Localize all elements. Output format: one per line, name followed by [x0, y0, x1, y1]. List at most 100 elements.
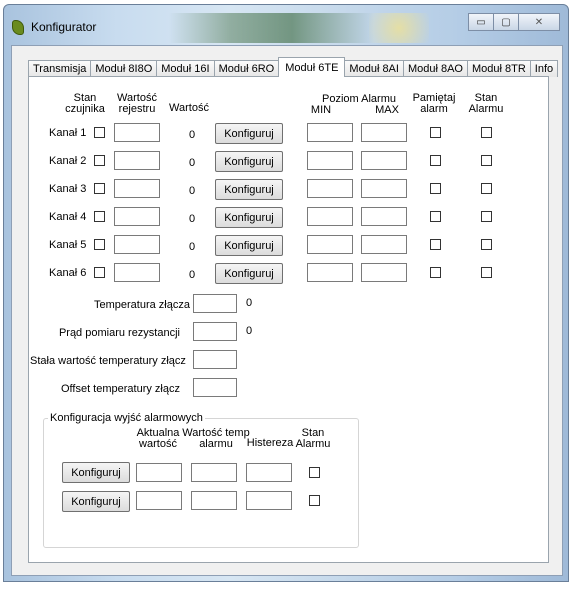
alarm-state-checkbox[interactable]	[481, 155, 492, 166]
alarm-state-checkbox[interactable]	[481, 239, 492, 250]
junction-temp-input[interactable]	[193, 294, 237, 313]
tab-transmisja[interactable]: Transmisja	[28, 60, 92, 77]
resistance-current-value: 0	[246, 325, 253, 337]
maximize-icon: ▢	[501, 16, 511, 28]
header-stan-alarmu-line2: Alarmu	[468, 103, 504, 115]
channel-label: Kanał 3	[49, 183, 87, 195]
remember-alarm-checkbox[interactable]	[430, 155, 441, 166]
alarm-outputs-title: Konfiguracja wyjść alarmowych	[48, 412, 205, 424]
alarm-max-input[interactable]	[361, 123, 407, 142]
configure-button[interactable]: Konfiguruj	[215, 151, 283, 172]
output-alarm-state-checkbox[interactable]	[309, 495, 320, 506]
minimize-button[interactable]: ▭	[468, 13, 494, 31]
actual-value-input[interactable]	[136, 463, 182, 482]
header-min: MIN	[310, 104, 332, 116]
tab-modul-8tr[interactable]: Moduł 8TR	[466, 60, 531, 77]
sensor-state-checkbox[interactable]	[94, 267, 105, 278]
window-controls: ▭ ▢ ✕	[468, 13, 560, 31]
offset-temp-input[interactable]	[193, 378, 237, 397]
tab-info[interactable]: Info	[529, 60, 559, 77]
alarm-state-checkbox[interactable]	[481, 211, 492, 222]
resistance-current-label: Prąd pomiaru rezystancji	[58, 327, 180, 339]
configure-button[interactable]: Konfiguruj	[215, 179, 283, 200]
alarm-max-input[interactable]	[361, 263, 407, 282]
header-pamietaj-alarm: Pamiętaj alarm	[404, 93, 464, 115]
sensor-state-checkbox[interactable]	[94, 211, 105, 222]
junction-temp-value: 0	[246, 297, 253, 309]
register-value-input[interactable]	[114, 179, 160, 198]
app-window: Konfigurator ▭ ▢ ✕ Transmisja Moduł 8I8O…	[3, 4, 569, 582]
const-temp-input[interactable]	[193, 350, 237, 369]
channel-value: 0	[189, 157, 196, 169]
alarm-min-input[interactable]	[307, 207, 353, 226]
remember-alarm-checkbox[interactable]	[430, 267, 441, 278]
junction-temp-label: Temperatura złącza	[94, 299, 190, 311]
title-bar[interactable]: Konfigurator ▭ ▢ ✕	[4, 5, 568, 45]
header-output-alarm-state: Stan Alarmu	[288, 428, 338, 450]
sensor-state-checkbox[interactable]	[94, 155, 105, 166]
sensor-state-checkbox[interactable]	[94, 183, 105, 194]
actual-value-input[interactable]	[136, 491, 182, 510]
tab-modul-16i[interactable]: Moduł 16I	[156, 60, 215, 77]
alarm-output-configure-button[interactable]: Konfiguruj	[62, 462, 130, 483]
hysteresis-input[interactable]	[246, 491, 292, 510]
sensor-state-checkbox[interactable]	[94, 239, 105, 250]
channel-value: 0	[189, 269, 196, 281]
tab-modul-6ro[interactable]: Moduł 6RO	[213, 60, 280, 77]
alarm-state-checkbox[interactable]	[481, 267, 492, 278]
alarm-max-input[interactable]	[361, 207, 407, 226]
app-leaf-icon	[12, 20, 24, 35]
alarm-max-input[interactable]	[361, 151, 407, 170]
remember-alarm-checkbox[interactable]	[430, 183, 441, 194]
remember-alarm-checkbox[interactable]	[430, 127, 441, 138]
alarm-min-input[interactable]	[307, 235, 353, 254]
resistance-current-input[interactable]	[193, 322, 237, 341]
channel-value: 0	[189, 213, 196, 225]
tab-modul-8ao[interactable]: Moduł 8AO	[402, 60, 468, 77]
sensor-state-checkbox[interactable]	[94, 127, 105, 138]
header-wartosc: Wartość	[169, 102, 209, 114]
channel-value: 0	[189, 129, 196, 141]
alarm-min-input[interactable]	[307, 151, 353, 170]
remember-alarm-checkbox[interactable]	[430, 211, 441, 222]
channel-label: Kanał 5	[49, 239, 87, 251]
alarm-min-input[interactable]	[307, 179, 353, 198]
header-output-state-line2: Alarmu	[295, 438, 331, 450]
tab-modul-8i8o[interactable]: Moduł 8I8O	[90, 60, 158, 77]
configure-button[interactable]: Konfiguruj	[215, 263, 283, 284]
register-value-input[interactable]	[114, 151, 160, 170]
close-icon: ✕	[534, 16, 544, 28]
offset-temp-label: Offset temperatury złącz	[60, 383, 180, 395]
remember-alarm-checkbox[interactable]	[430, 239, 441, 250]
alarm-temp-input[interactable]	[191, 463, 237, 482]
client-area: Transmisja Moduł 8I8O Moduł 16I Moduł 6R…	[11, 45, 563, 576]
register-value-input[interactable]	[114, 235, 160, 254]
output-alarm-state-checkbox[interactable]	[309, 467, 320, 478]
alarm-output-configure-button[interactable]: Konfiguruj	[62, 491, 130, 512]
alarm-min-input[interactable]	[307, 123, 353, 142]
header-wartosc-rejestru: Wartość rejestru	[109, 93, 165, 115]
alarm-state-checkbox[interactable]	[481, 127, 492, 138]
alarm-temp-input[interactable]	[191, 491, 237, 510]
close-button[interactable]: ✕	[518, 13, 560, 31]
tab-modul-6te[interactable]: Moduł 6TE	[278, 57, 346, 77]
tab-modul-8ai[interactable]: Moduł 8AI	[344, 60, 404, 77]
configure-button[interactable]: Konfiguruj	[215, 123, 283, 144]
header-max: MAX	[375, 104, 399, 116]
register-value-input[interactable]	[114, 207, 160, 226]
header-pamietaj-line2: alarm	[420, 103, 448, 115]
header-stan-czujnika-line2: czujnika	[65, 103, 105, 115]
alarm-max-input[interactable]	[361, 235, 407, 254]
alarm-state-checkbox[interactable]	[481, 183, 492, 194]
configure-button[interactable]: Konfiguruj	[215, 235, 283, 256]
alarm-min-input[interactable]	[307, 263, 353, 282]
alarm-max-input[interactable]	[361, 179, 407, 198]
configure-button[interactable]: Konfiguruj	[215, 207, 283, 228]
register-value-input[interactable]	[114, 123, 160, 142]
header-stan-alarmu: Stan Alarmu	[461, 93, 511, 115]
maximize-button[interactable]: ▢	[493, 13, 519, 31]
hysteresis-input[interactable]	[246, 463, 292, 482]
header-stan-czujnika: Stan czujnika	[60, 93, 110, 115]
register-value-input[interactable]	[114, 263, 160, 282]
channel-value: 0	[189, 241, 196, 253]
